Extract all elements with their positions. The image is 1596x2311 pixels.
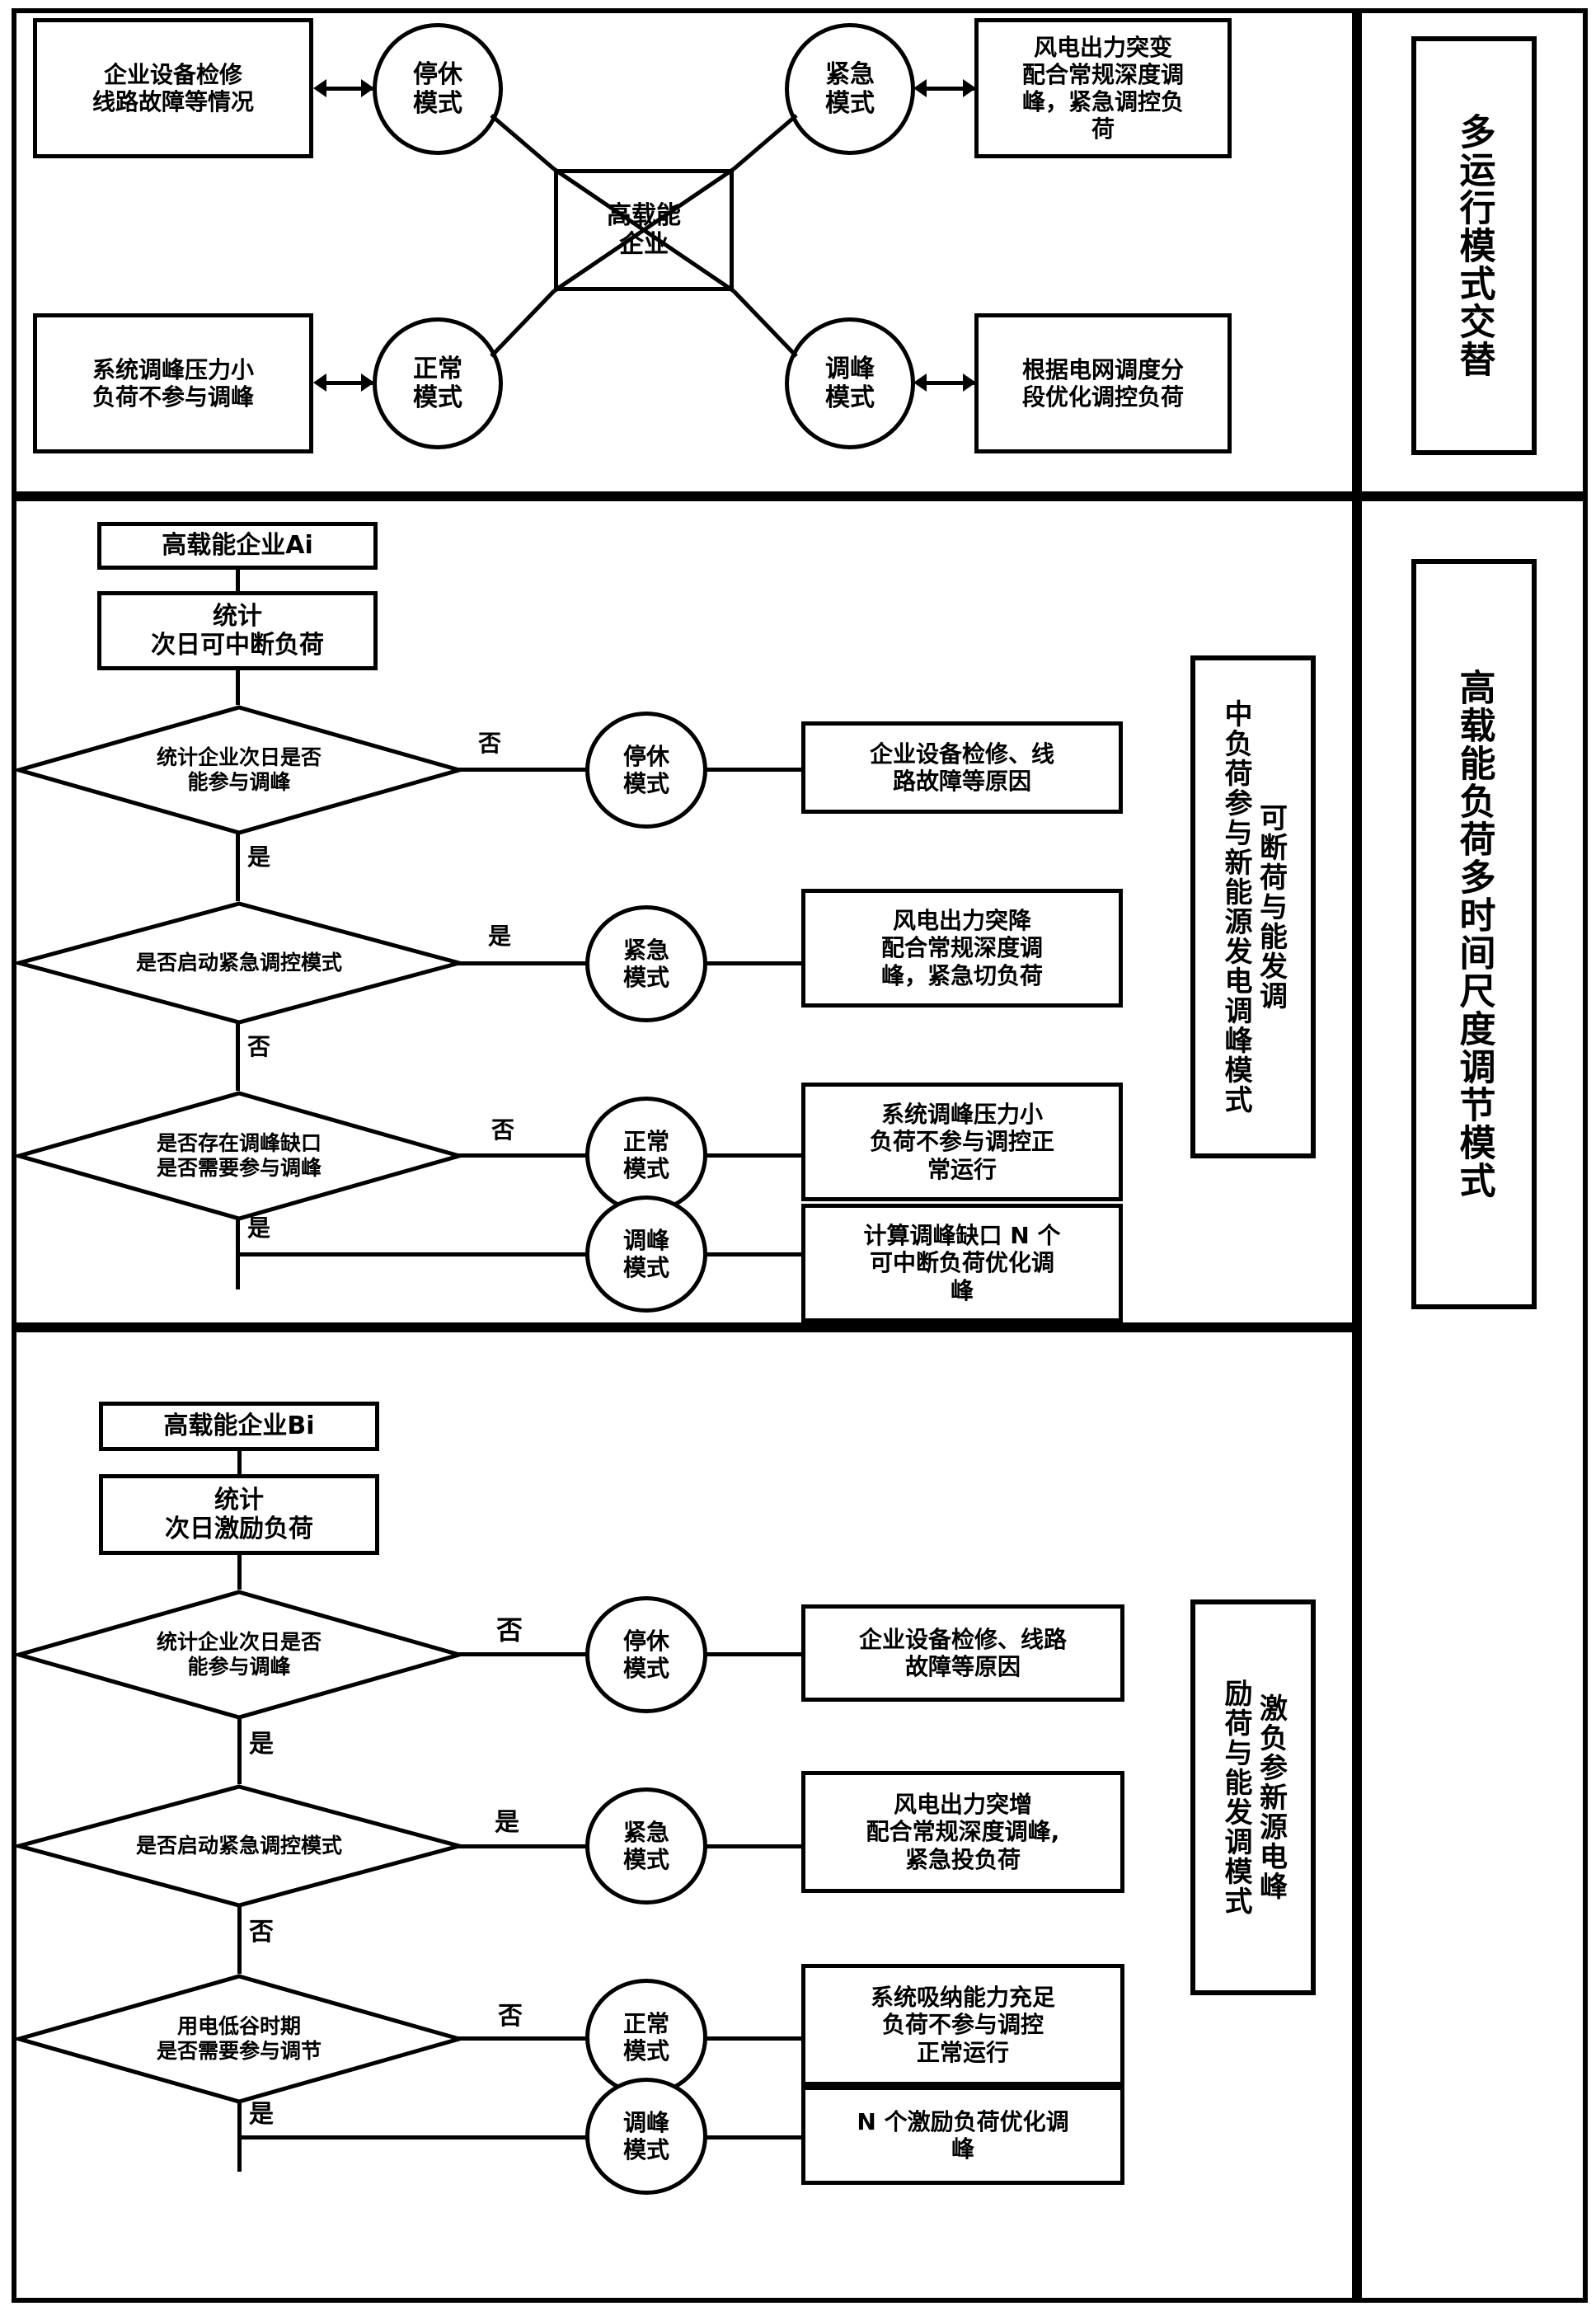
s3-vertical-label-right: 励荷与能发调模式 <box>1219 1679 1252 1916</box>
diagram-canvas: 多运行模式交替 高载能负荷多时间尺度调节模式 企业设备检修 线路故障等情况 系统… <box>0 0 1596 2311</box>
right-rail-section-label-box: 多运行模式交替 <box>1411 36 1537 455</box>
s2-desc-emergency: 风电出力突降 配合常规深度调 峰，紧急切负荷 <box>801 889 1123 1008</box>
s3-desc-emergency: 风电出力突增 配合常规深度调峰, 紧急投负荷 <box>801 1771 1124 1893</box>
s3-decision-2-label: 是否启动紧急调控模式 <box>135 1834 342 1858</box>
s1-arrow-peak-right <box>963 373 976 392</box>
s2-mode-emergency: 紧急 模式 <box>585 905 707 1022</box>
s2-link-stat-d1 <box>236 670 240 705</box>
s2-link-start-stat <box>236 570 240 591</box>
s2-statistic-box: 统计 次日可中断负荷 <box>97 591 378 670</box>
s2-vertical-label-box: 中负荷参与新能源发电调峰模式 可断荷与能发调 <box>1190 655 1316 1158</box>
s2-desc-normal: 系统调峰压力小 负荷不参与调控正 常运行 <box>801 1083 1123 1201</box>
s2-emergency-to-desc <box>706 961 801 965</box>
s2-decision-1: 统计企业次日是否 能参与调峰 <box>16 705 462 835</box>
s3-d1-no-line <box>458 1652 590 1656</box>
s3-d2-yes-label: 是 <box>495 1808 519 1837</box>
s2-d1-yes-label: 是 <box>247 843 271 871</box>
s1-arrow-emergency-left <box>913 79 927 97</box>
s1-arrow-peak-left <box>913 373 927 392</box>
s1-desc-normal: 系统调峰压力小 负荷不参与调峰 <box>33 313 313 453</box>
s3-d1-no-label: 否 <box>496 1614 523 1646</box>
s2-vertical-label-right: 中负荷参与新能源发电调峰模式 <box>1219 699 1252 1115</box>
right-rail-section-label: 多运行模式交替 <box>1453 113 1495 378</box>
s2-desc-peak: 计算调峰缺口 N 个 可中断负荷优化调 峰 <box>801 1204 1123 1322</box>
s1-mode-emergency: 紧急 模式 <box>785 23 915 155</box>
s3-d2-no-line <box>237 1906 242 1974</box>
s2-normal-to-desc <box>706 1153 801 1158</box>
s2-d1-yes-line <box>236 834 240 901</box>
s2-mode-peak: 调峰 模式 <box>585 1195 707 1313</box>
s2-vertical-label-left: 可断荷与能发调 <box>1254 803 1288 1011</box>
s2-d3-no-label: 否 <box>491 1116 515 1144</box>
s3-d3-yes-label: 是 <box>249 2100 274 2129</box>
s2-d3-yes-label: 是 <box>247 1214 271 1242</box>
s1-desc-emergency: 风电出力突变 配合常规深度调 峰，紧急调控负 荷 <box>974 18 1232 158</box>
s2-d1-no-line <box>458 768 590 772</box>
s3-vertical-label-box: 励荷与能发调模式 激负参新源电峰 <box>1190 1599 1316 1995</box>
s3-decision-2: 是否启动紧急调控模式 <box>16 1784 462 1908</box>
s3-start-box: 高载能企业Bi <box>99 1402 379 1451</box>
s1-desc-peak: 根据电网调度分 段优化调控负荷 <box>974 313 1232 453</box>
s1-arrow-stop-left <box>313 79 326 97</box>
s3-mode-peak: 调峰 模式 <box>585 2078 707 2195</box>
s2-decision-2: 是否启动紧急调控模式 <box>16 901 462 1025</box>
s2-decision-1-label: 统计企业次日是否 能参与调峰 <box>156 745 322 794</box>
s2-d3-yes-hline <box>236 1252 590 1256</box>
s3-decision-3: 用电低谷时期 是否需要参与调节 <box>16 1974 462 2104</box>
s3-link-stat-d3-1 <box>237 1555 242 1590</box>
s2-peak-to-desc <box>706 1252 801 1256</box>
right-rail-global-label-box: 高载能负荷多时间尺度调节模式 <box>1411 559 1537 1309</box>
s2-d2-no-line <box>236 1023 240 1091</box>
s3-peak-to-desc <box>706 2135 801 2140</box>
s3-mode-stop: 停休 模式 <box>585 1596 707 1713</box>
s1-arrow-normal-left <box>313 373 326 392</box>
s1-center-enterprise: 高载能 企业 <box>554 169 734 291</box>
s1-mode-stop: 停休 模式 <box>373 23 503 155</box>
s3-d2-yes-line <box>458 1844 590 1848</box>
s3-normal-to-desc <box>706 2036 801 2041</box>
s3-emergency-to-desc <box>706 1844 801 1848</box>
s1-mode-normal: 正常 模式 <box>373 317 503 449</box>
s3-desc-stop: 企业设备检修、线路 故障等原因 <box>801 1604 1124 1702</box>
s3-d3-yes-hline <box>237 2135 592 2140</box>
s2-decision-3-label: 是否存在调峰缺口 是否需要参与调峰 <box>156 1131 322 1180</box>
s2-decision-3: 是否存在调峰缺口 是否需要参与调峰 <box>16 1091 462 1221</box>
s2-d2-yes-label: 是 <box>488 923 512 950</box>
s3-d1-yes-label: 是 <box>249 1730 274 1759</box>
s3-stop-to-desc <box>706 1652 801 1656</box>
s2-mode-stop: 停休 模式 <box>585 712 707 829</box>
s3-statistic-box: 统计 次日激励负荷 <box>99 1474 379 1555</box>
s3-decision-1-label: 统计企业次日是否 能参与调峰 <box>156 1630 322 1679</box>
s1-mode-peak: 调峰 模式 <box>785 317 915 449</box>
s2-d1-no-label: 否 <box>478 730 502 757</box>
s3-d1-yes-line <box>237 1718 242 1784</box>
s3-vertical-label-left: 激负参新源电峰 <box>1254 1693 1288 1901</box>
s3-d3-no-line <box>458 2036 590 2041</box>
s2-d2-no-label: 否 <box>247 1033 271 1060</box>
s3-mode-emergency: 紧急 模式 <box>585 1787 707 1905</box>
s1-desc-stop: 企业设备检修 线路故障等情况 <box>33 18 313 158</box>
s2-d3-no-line <box>458 1153 590 1158</box>
s2-d2-yes-line <box>458 961 590 965</box>
s3-desc-peak: N 个激励负荷优化调 峰 <box>801 2086 1124 2185</box>
s3-decision-1: 统计企业次日是否 能参与调峰 <box>16 1590 462 1720</box>
s2-start-box: 高载能企业Ai <box>97 522 378 570</box>
s1-arrow-normal-right <box>361 373 374 392</box>
s3-d3-no-label: 否 <box>498 2002 523 2031</box>
s2-decision-2-label: 是否启动紧急调控模式 <box>135 951 342 975</box>
s1-arrow-stop-right <box>361 79 374 97</box>
s3-link-start-stat <box>237 1451 242 1474</box>
s1-arrow-emergency-right <box>963 79 976 97</box>
s3-decision-3-label: 用电低谷时期 是否需要参与调节 <box>156 2014 322 2063</box>
s2-desc-stop: 企业设备检修、线 路故障等原因 <box>801 721 1123 814</box>
s3-desc-normal: 系统吸纳能力充足 负荷不参与调控 正常运行 <box>801 1964 1124 2086</box>
s2-stop-to-desc <box>706 768 801 772</box>
s3-d2-no-label: 否 <box>249 1918 274 1947</box>
right-rail-global-label: 高载能负荷多时间尺度调节模式 <box>1453 669 1495 1200</box>
